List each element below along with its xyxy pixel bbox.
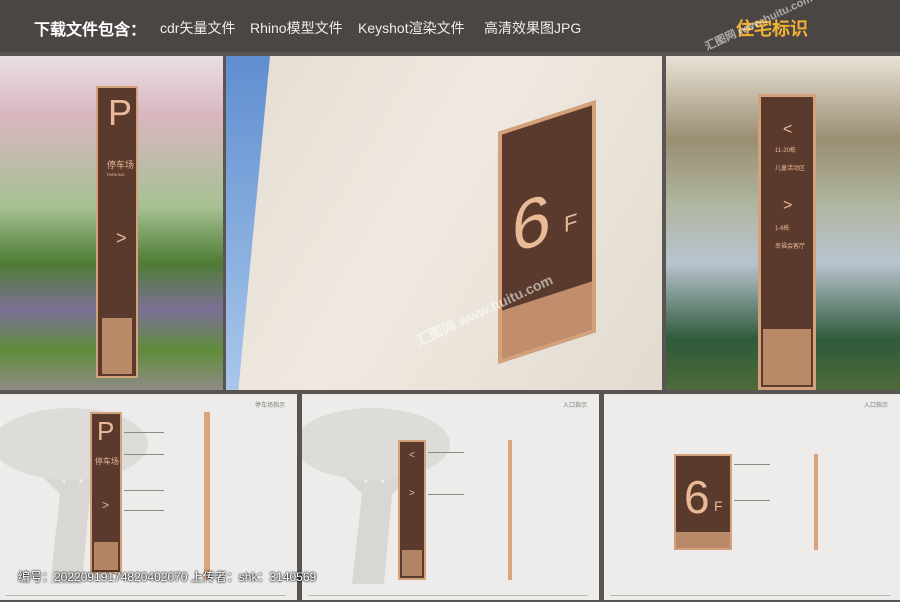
side-profile — [508, 440, 512, 580]
drawing-baseline — [6, 595, 286, 596]
drawing-header: 停车场指示 — [254, 403, 285, 409]
drawing-motif — [676, 532, 730, 548]
callout-line — [124, 454, 164, 455]
drawing-floor-suffix: F — [714, 498, 723, 514]
callout-line — [734, 500, 770, 501]
tree-silhouette-icon — [0, 408, 148, 584]
callout-line — [124, 510, 164, 511]
dir-name-2: 幸福会客厅 — [775, 244, 806, 250]
parking-letter: P — [108, 92, 133, 133]
callout-line — [734, 464, 770, 465]
floor-number: 6 — [512, 177, 551, 269]
sky — [226, 56, 270, 390]
drawing-baseline — [610, 595, 890, 596]
format-jpg: 高清效果图JPG — [484, 20, 582, 36]
drawing-parking-sign: P 停车场 > — [90, 412, 122, 574]
parking-sign-totem: P 停车场 PARKING > — [96, 86, 138, 378]
drawing-motif — [94, 542, 118, 570]
dir-mountain-motif — [763, 329, 811, 385]
drawing-entrance: 入口指示 < > — [302, 394, 599, 600]
direction-sign-totem: < 11-20栋 儿童活动区 > 1-6栋 幸福会客厅 — [758, 94, 816, 390]
dir-range-1: 11-20栋 — [775, 148, 796, 154]
drawing-header: 入口指示 — [863, 403, 888, 409]
mountain-motif — [102, 318, 132, 374]
drawing-header: 入口指示 — [562, 403, 587, 409]
callout-line — [124, 490, 164, 491]
format-cdr: cdr矢量文件 — [160, 20, 236, 36]
photo-floor-sign: 6 F — [226, 56, 662, 390]
drawing-parking-arrow: > — [102, 498, 110, 512]
format-keyshot: Keyshot渲染文件 — [358, 20, 465, 36]
download-label: 下载文件包含： — [34, 22, 147, 39]
drawing-parking-label: 停车场 — [95, 457, 119, 466]
callout-line — [428, 452, 464, 453]
photo-parking-sign: P 停车场 PARKING > — [0, 56, 223, 390]
callout-line — [124, 432, 164, 433]
parking-sub: PARKING — [107, 172, 125, 177]
callout-line — [428, 494, 464, 495]
drawing-floor-number: 6 — [684, 471, 710, 523]
drawing-floor-sign: 6 F — [674, 454, 732, 550]
parking-arrow: > — [116, 228, 127, 248]
side-profile — [814, 454, 818, 550]
photo-direction-sign: < 11-20栋 儿童活动区 > 1-6栋 幸福会客厅 — [666, 56, 900, 390]
upload-info: 编号：20220919174820402070 上传者：shk：3140569 — [18, 570, 317, 584]
floor-suffix: F — [564, 208, 578, 238]
dir-name-1: 儿童活动区 — [775, 166, 806, 172]
dir-range-2: 1-6栋 — [775, 226, 790, 232]
drawing-floor: 入口指示 6 F — [604, 394, 900, 600]
side-profile — [204, 412, 210, 580]
dir-arrow-right: > — [783, 197, 793, 214]
parking-label: 停车场 — [107, 160, 135, 170]
drawing-arrow-right: > — [409, 488, 415, 499]
drawing-motif — [402, 550, 422, 576]
drawing-baseline — [308, 595, 588, 596]
format-rhino: Rhino模型文件 — [250, 20, 343, 36]
drawing-direction-sign: < > — [398, 440, 426, 580]
drawing-arrow-left: < — [409, 450, 415, 461]
drawing-parking-letter: P — [97, 416, 115, 446]
dir-arrow-left: < — [783, 121, 793, 138]
floor-sign-plate: 6 F — [498, 100, 596, 364]
